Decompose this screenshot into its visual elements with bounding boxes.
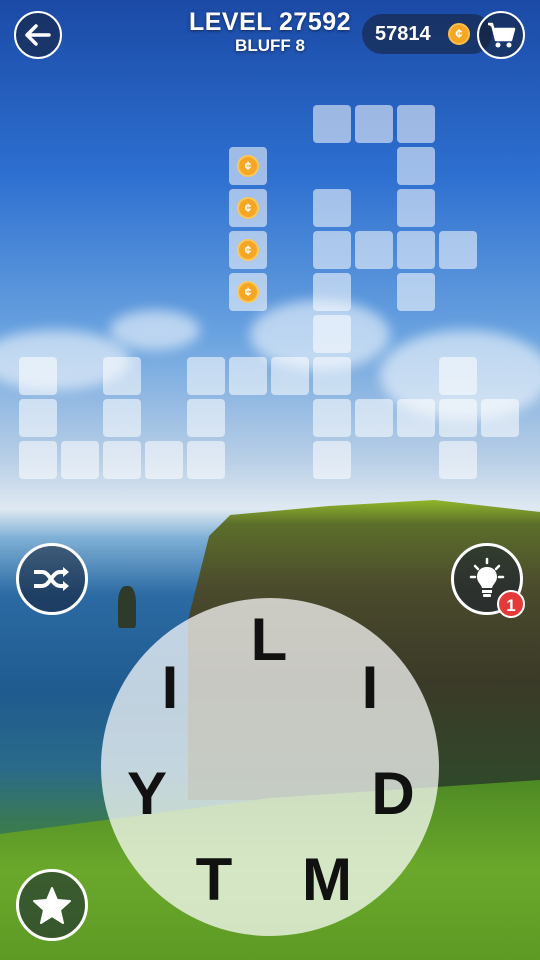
grid-cell [313, 441, 351, 479]
grid-cell [397, 105, 435, 143]
letter-wheel[interactable]: L I D M T Y I [101, 598, 439, 936]
wheel-letter[interactable]: M [292, 845, 362, 915]
grid-cell [187, 441, 225, 479]
grid-cell [229, 357, 267, 395]
wheel-letter[interactable]: D [358, 759, 428, 829]
shuffle-icon [34, 567, 69, 591]
grid-cell [313, 231, 351, 269]
grid-cell-coin: ¢ [229, 147, 267, 185]
wheel-letter[interactable]: I [135, 653, 205, 723]
grid-cell [19, 441, 57, 479]
wheel-letter[interactable]: T [179, 845, 249, 915]
shop-button[interactable] [477, 11, 525, 59]
grid-cell [313, 105, 351, 143]
grid-cell [313, 357, 351, 395]
shuffle-button[interactable] [16, 543, 88, 615]
grid-cell-coin: ¢ [229, 189, 267, 227]
grid-cell [397, 399, 435, 437]
grid-cell [439, 399, 477, 437]
grid-cell [187, 357, 225, 395]
grid-cell [187, 399, 225, 437]
grid-cell [397, 273, 435, 311]
grid-cell [61, 441, 99, 479]
grid-cell [145, 441, 183, 479]
grid-cell [439, 441, 477, 479]
grid-cell [439, 357, 477, 395]
grid-cell [271, 357, 309, 395]
coin-icon: ¢ [237, 239, 259, 261]
wheel-letter[interactable]: I [335, 653, 405, 723]
grid-cell [355, 399, 393, 437]
star-icon [33, 887, 71, 924]
grid-cell [313, 315, 351, 353]
wheel-letter[interactable]: L [234, 605, 304, 675]
grid-cell-coin: ¢ [229, 231, 267, 269]
grid-cell [313, 273, 351, 311]
coin-count: 57814 [375, 23, 431, 45]
grid-cell [439, 231, 477, 269]
grid-cell [19, 399, 57, 437]
grid-cell [397, 147, 435, 185]
level-subtitle: BLUFF 8 [235, 36, 305, 55]
coin-icon: ¢ [237, 155, 259, 177]
star-button[interactable] [16, 869, 88, 941]
grid-cell [19, 357, 57, 395]
grid-cell [481, 399, 519, 437]
level-title: LEVEL 27592 [188, 8, 352, 36]
grid-cell [313, 189, 351, 227]
grid-cell [103, 357, 141, 395]
grid-cell [397, 189, 435, 227]
sea-stack-scenery [118, 586, 136, 628]
grid-cell-coin: ¢ [229, 273, 267, 311]
back-button[interactable] [14, 11, 62, 59]
hint-count-badge: 1 [497, 590, 525, 618]
grid-cell [103, 399, 141, 437]
grid-cell [103, 441, 141, 479]
cloud [110, 310, 200, 350]
coin-icon: ¢ [237, 281, 259, 303]
grid-cell [355, 231, 393, 269]
coin-icon: ¢ [448, 23, 470, 45]
wheel-letter[interactable]: Y [112, 759, 182, 829]
back-arrow-icon [25, 24, 51, 46]
grid-cell [313, 399, 351, 437]
grid-cell [397, 231, 435, 269]
coin-icon: ¢ [237, 197, 259, 219]
shopping-cart-icon [488, 22, 516, 48]
grid-cell [355, 105, 393, 143]
